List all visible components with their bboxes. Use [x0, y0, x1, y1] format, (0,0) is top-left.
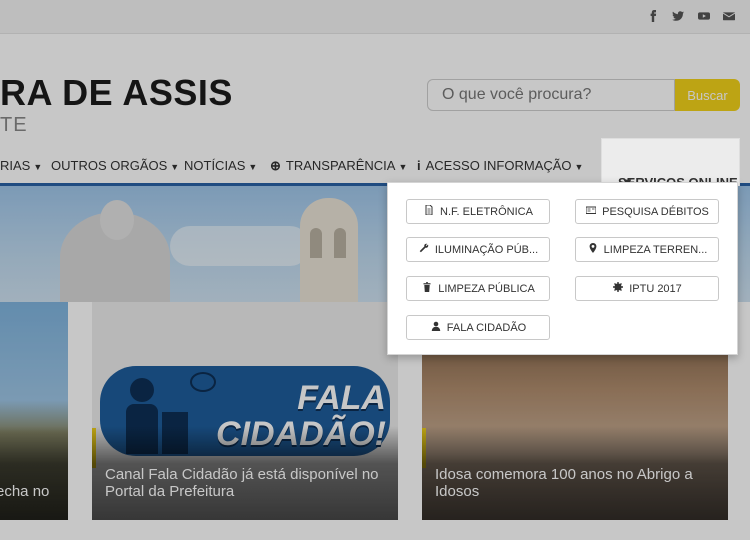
nav-item-servicos-online[interactable]: SERVIÇOS ONLINE ▼	[601, 138, 740, 190]
menu-item-label: FALA CIDADÃO	[446, 321, 527, 334]
card-caption-text: Idosa comemora 100 anos no Abrigo a Idos…	[435, 466, 693, 500]
menu-item-label: N.F. ELETRÔNICA	[440, 205, 533, 218]
gear-icon	[612, 282, 624, 295]
nav-item-transparencia[interactable]: ⊕ TRANSPARÊNCIA ▼	[270, 158, 407, 174]
nav-item-outros-orgaos[interactable]: OUTROS ORGÃOS ▼	[51, 158, 179, 173]
user-icon	[430, 321, 442, 334]
card-caption: Canal Fala Cidadão já está disponível no…	[92, 426, 398, 520]
nav-item-secretarias[interactable]: RIAS ▼	[0, 158, 42, 173]
card-caption: Idosa comemora 100 anos no Abrigo a Idos…	[422, 426, 728, 520]
document-icon	[423, 204, 435, 218]
menu-item-pesquisa-debitos[interactable]: PESQUISA DÉBITOS	[575, 199, 719, 224]
card-caption-text: Canal Fala Cidadão já está disponível no…	[105, 466, 379, 500]
map-marker-icon	[587, 243, 599, 256]
statue-head	[100, 200, 134, 240]
zoom-icon: ⊕	[270, 158, 281, 173]
caret-down-icon: ▼	[248, 162, 258, 172]
menu-item-fala-cidadao[interactable]: FALA CIDADÃO	[406, 315, 550, 340]
menu-item-label: IPTU 2017	[629, 282, 682, 295]
church-tower-image	[300, 198, 358, 302]
trash-icon	[421, 282, 433, 295]
caret-down-icon: ▼	[170, 162, 180, 172]
menu-item-label: ILUMINAÇÃO PÚB...	[434, 243, 539, 256]
menu-item-nf-eletronica[interactable]: N.F. ELETRÔNICA	[406, 199, 550, 224]
youtube-icon[interactable]	[697, 10, 711, 24]
menu-item-label: PESQUISA DÉBITOS	[602, 205, 709, 218]
menu-item-limpeza-publica[interactable]: LIMPEZA PÚBLICA	[406, 276, 550, 301]
nav-label: ACESSO INFORMAÇÃO	[425, 158, 572, 173]
site-subtitle: TE	[0, 114, 28, 136]
menu-item-label: LIMPEZA TERREN...	[603, 243, 708, 256]
wrench-icon	[418, 243, 430, 256]
menu-item-limpeza-terreno[interactable]: LIMPEZA TERREN...	[575, 237, 719, 262]
search-button[interactable]: Buscar	[675, 79, 740, 111]
servicos-online-dropdown: N.F. ELETRÔNICA PESQUISA DÉBITOS ILUMINA…	[387, 182, 738, 355]
nav-item-noticias[interactable]: NOTÍCIAS ▼	[184, 158, 257, 173]
nav-label: OUTROS ORGÃOS	[51, 158, 168, 173]
menu-item-label: LIMPEZA PÚBLICA	[438, 282, 535, 295]
card-caption-text: echa no	[0, 483, 50, 500]
news-card[interactable]: echa no	[0, 302, 68, 520]
person-head	[130, 378, 154, 402]
mail-icon[interactable]	[722, 10, 736, 24]
site-title[interactable]: RA DE ASSIS	[0, 72, 233, 114]
nav-label: RIAS	[0, 158, 31, 173]
nav-label: TRANSPARÊNCIA	[285, 158, 396, 173]
news-card[interactable]: FALA CIDADÃO! Canal Fala Cidadão já está…	[92, 302, 398, 520]
caret-down-icon: ▼	[33, 162, 43, 172]
caret-down-icon: ▼	[574, 162, 584, 172]
hero-cloud	[170, 226, 310, 266]
card-caption: echa no	[0, 426, 68, 520]
nav-item-acesso-informacao[interactable]: i ACESSO INFORMAÇÃO ▼	[417, 158, 583, 173]
card-icon	[585, 205, 597, 218]
caret-down-icon: ▼	[398, 162, 408, 172]
nav-label: NOTÍCIAS	[184, 158, 246, 173]
info-icon: i	[417, 158, 421, 173]
facebook-icon[interactable]	[646, 10, 660, 24]
twitter-icon[interactable]	[671, 10, 685, 24]
menu-item-iluminacao-publica[interactable]: ILUMINAÇÃO PÚB...	[406, 237, 550, 262]
search-input[interactable]	[427, 79, 675, 111]
top-bar	[0, 0, 750, 34]
menu-item-iptu-2017[interactable]: IPTU 2017	[575, 276, 719, 301]
